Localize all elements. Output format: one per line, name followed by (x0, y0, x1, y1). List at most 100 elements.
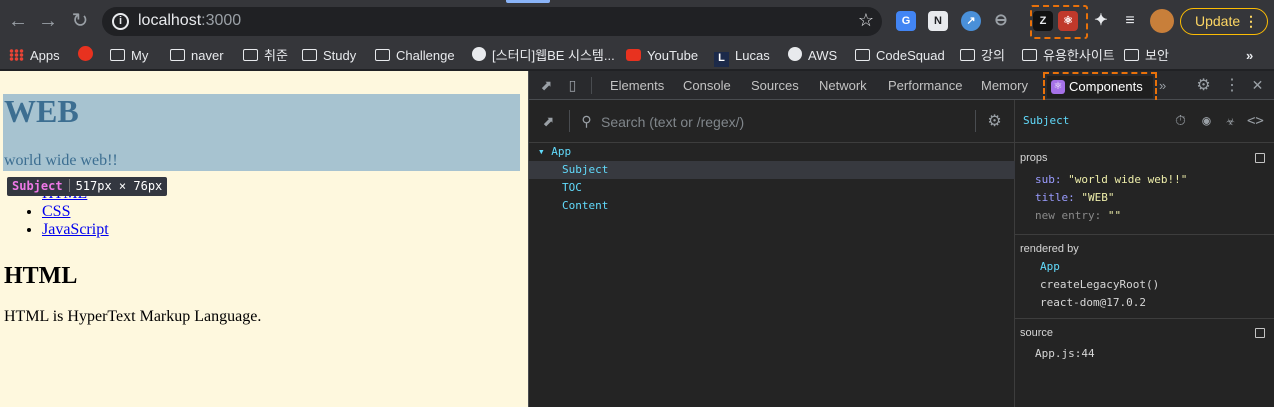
device-toolbar-icon[interactable]: ▯ (565, 78, 580, 93)
profile-avatar[interactable] (1150, 9, 1174, 33)
bookmark-star-icon[interactable]: ☆ (858, 10, 874, 31)
more-bookmarks-icon[interactable]: » (1246, 45, 1253, 67)
tooltip-component-name: Subject (12, 179, 63, 193)
youtube-red-icon (78, 46, 93, 61)
rendered-by-root: createLegacyRoot() (1040, 278, 1160, 291)
tree-item-app[interactable]: ▾ App (529, 143, 1015, 161)
forward-icon[interactable]: → (36, 9, 60, 33)
rendered-by-label: rendered by (1020, 243, 1079, 255)
source-section: source App.js:44 (1015, 319, 1274, 407)
tab-network[interactable]: Network (819, 71, 867, 100)
active-tab-indicator (506, 0, 550, 3)
source-label: source (1020, 327, 1054, 339)
tab-memory[interactable]: Memory (981, 71, 1028, 100)
tooltip-size: 517px × 76px (75, 179, 163, 193)
compass-extension-icon[interactable]: ↗ (961, 11, 981, 31)
tab-components[interactable]: ⚛ Components (1043, 72, 1157, 102)
selected-component-name: Subject (1023, 114, 1070, 127)
block-extension-icon[interactable]: ⊖ (991, 11, 1011, 31)
bookmark-my[interactable]: My (110, 45, 148, 67)
bookmark-youtube[interactable]: YouTube (626, 45, 698, 67)
toc-link-javascript[interactable]: JavaScript (42, 221, 109, 238)
devtools-panel: ⬈ ▯ Elements Console Sources Network Per… (528, 71, 1274, 407)
prop-row[interactable]: sub: "world wide web!!" (1035, 173, 1187, 186)
copy-icon[interactable] (1255, 328, 1265, 338)
bookmark-security[interactable]: 보안 (1124, 45, 1169, 67)
address-bar[interactable]: i localhost:3000 ☆ (102, 7, 882, 36)
rendered-by-react-dom: react-dom@17.0.2 (1040, 296, 1146, 309)
close-icon[interactable]: ✕ (1250, 78, 1265, 93)
devtools-tab-bar: ⬈ ▯ Elements Console Sources Network Per… (529, 71, 1274, 102)
bookmark-codesquad[interactable]: CodeSquad (855, 45, 945, 67)
media-queue-icon[interactable]: ≡ (1120, 11, 1140, 31)
bookmarks-bar: Apps My naver 취준 Study Challenge [스터디]웹B… (0, 42, 1274, 70)
new-prop-row[interactable]: new entry: "" (1035, 209, 1121, 222)
rendered-by-app[interactable]: App (1040, 260, 1060, 273)
globe-icon (472, 47, 486, 61)
settings-gear-icon[interactable]: ⚙ (987, 114, 1002, 130)
url-text[interactable]: localhost:3000 (138, 12, 241, 30)
folder-icon (243, 49, 258, 61)
bookmark-aws[interactable]: AWS (788, 45, 837, 67)
eye-icon[interactable]: ◉ (1199, 114, 1214, 129)
page-heading: WEB (4, 93, 79, 129)
page-subtitle: world wide web!! (4, 152, 118, 169)
update-button[interactable]: Update ⋮ (1180, 8, 1268, 35)
bookmark-youtube-red[interactable] (78, 45, 99, 67)
folder-icon (1022, 49, 1037, 61)
tab-performance[interactable]: Performance (888, 71, 962, 100)
bookmark-lucas[interactable]: L Lucas (714, 45, 770, 67)
toc-link-css[interactable]: CSS (42, 203, 70, 220)
tab-console[interactable]: Console (683, 71, 731, 100)
browser-toolbar: ← → ↻ i localhost:3000 ☆ G N ↗ ⊖ Z ⚛ ✦ ≡… (0, 0, 1274, 42)
section-description: HTML is HyperText Markup Language. (4, 308, 262, 325)
search-input[interactable] (601, 112, 961, 132)
prop-row[interactable]: title: "WEB" (1035, 191, 1115, 204)
inspect-tooltip: Subject 517px × 76px (7, 177, 168, 196)
page-viewport: WEB world wide web!! HTML CSS JavaScript… (0, 71, 528, 407)
extensions-puzzle-icon[interactable]: ✦ (1091, 11, 1111, 31)
folder-icon (1124, 49, 1139, 61)
tab-elements[interactable]: Elements (610, 71, 664, 100)
folder-icon (960, 49, 975, 61)
bookmark-naver[interactable]: naver (170, 45, 224, 67)
bookmark-challenge[interactable]: Challenge (375, 45, 455, 67)
search-icon: ⚲ (581, 113, 592, 129)
tree-item-toc[interactable]: TOC (529, 179, 1015, 197)
tab-sources[interactable]: Sources (751, 71, 799, 100)
site-info-icon[interactable]: i (112, 13, 129, 30)
folder-icon (855, 49, 870, 61)
bookmark-apps[interactable]: Apps (9, 45, 60, 67)
settings-gear-icon[interactable]: ⚙ (1196, 78, 1211, 94)
bookmark-job[interactable]: 취준 (243, 45, 288, 67)
tree-item-subject[interactable]: Subject (529, 161, 1015, 179)
inspect-element-icon[interactable]: ⬈ (539, 78, 554, 93)
component-inspector-pane: Subject ⏱ ◉ ☣ <> props sub: "world wide … (1015, 100, 1274, 407)
bookmark-useful-sites[interactable]: 유용한사이트 (1022, 45, 1115, 67)
more-tabs-icon[interactable]: » (1159, 71, 1166, 100)
section-heading: HTML (4, 263, 78, 289)
bookmark-study-web[interactable]: [스터디]웹BE 시스템... (472, 45, 615, 67)
kebab-menu-icon[interactable]: ⋮ (1244, 9, 1258, 34)
stopwatch-icon[interactable]: ⏱ (1173, 114, 1188, 129)
reload-icon[interactable]: ↻ (68, 9, 92, 33)
notion-extension-icon[interactable]: N (928, 11, 948, 31)
l-icon: L (714, 52, 729, 67)
folder-icon (170, 49, 185, 61)
list-item: JavaScript (42, 221, 109, 239)
view-source-icon[interactable]: <> (1247, 114, 1264, 129)
props-label: props (1020, 152, 1048, 164)
tree-item-content[interactable]: Content (529, 197, 1015, 215)
back-icon[interactable]: ← (6, 9, 30, 33)
folder-icon (110, 49, 125, 61)
inspector-header: Subject ⏱ ◉ ☣ <> (1015, 100, 1274, 143)
copy-icon[interactable] (1255, 153, 1265, 163)
select-component-icon[interactable]: ⬈ (541, 114, 556, 129)
source-location[interactable]: App.js:44 (1035, 347, 1095, 360)
translate-extension-icon[interactable]: G (896, 11, 916, 31)
bookmark-lecture[interactable]: 강의 (960, 45, 1005, 67)
bug-icon[interactable]: ☣ (1223, 114, 1238, 129)
react-icon: ⚛ (1051, 80, 1065, 94)
kebab-menu-icon[interactable]: ⋮ (1224, 78, 1240, 94)
bookmark-study[interactable]: Study (302, 45, 356, 67)
